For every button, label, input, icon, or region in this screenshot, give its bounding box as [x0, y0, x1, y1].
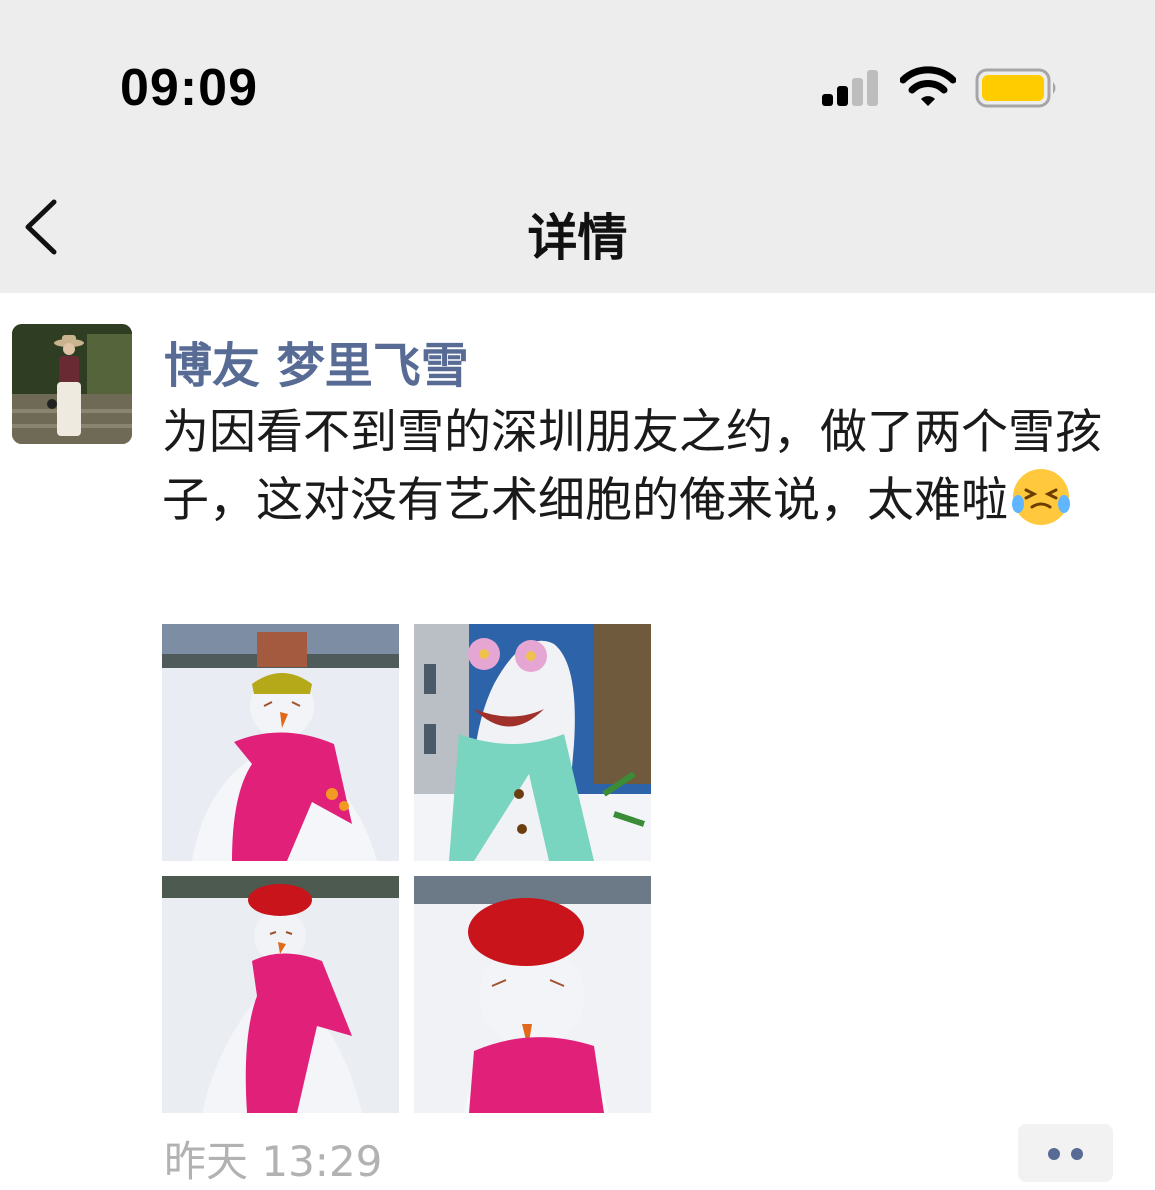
photo-4[interactable] — [414, 876, 651, 1113]
grinning-squint-tears-emoji — [1012, 469, 1070, 525]
page-title: 详情 — [527, 209, 628, 267]
post-timestamp: 昨天 13:29 — [164, 1137, 383, 1186]
avatar[interactable] — [12, 324, 132, 444]
photo-2[interactable] — [414, 624, 651, 861]
post-content-text: 为因看不到雪的深圳朋友之约，做了两个雪孩子，这对没有艺术细胞的俺来说，太难啦 — [162, 405, 1102, 528]
more-dot — [1048, 1148, 1060, 1160]
wifi-icon — [900, 66, 956, 106]
photo-1[interactable] — [162, 624, 399, 861]
status-time: 09:09 — [120, 59, 258, 117]
battery-icon — [975, 68, 1056, 108]
post-author[interactable]: 博友 梦里飞雪 — [164, 326, 469, 396]
more-dot — [1071, 1148, 1083, 1160]
more-dots-icon[interactable] — [1018, 1124, 1113, 1182]
cellular-signal-icon — [822, 70, 878, 106]
photo-3[interactable] — [162, 876, 399, 1113]
post-content: 为因看不到雪的深圳朋友之约，做了两个雪孩子，这对没有艺术细胞的俺来说，太难啦 — [162, 400, 1122, 534]
